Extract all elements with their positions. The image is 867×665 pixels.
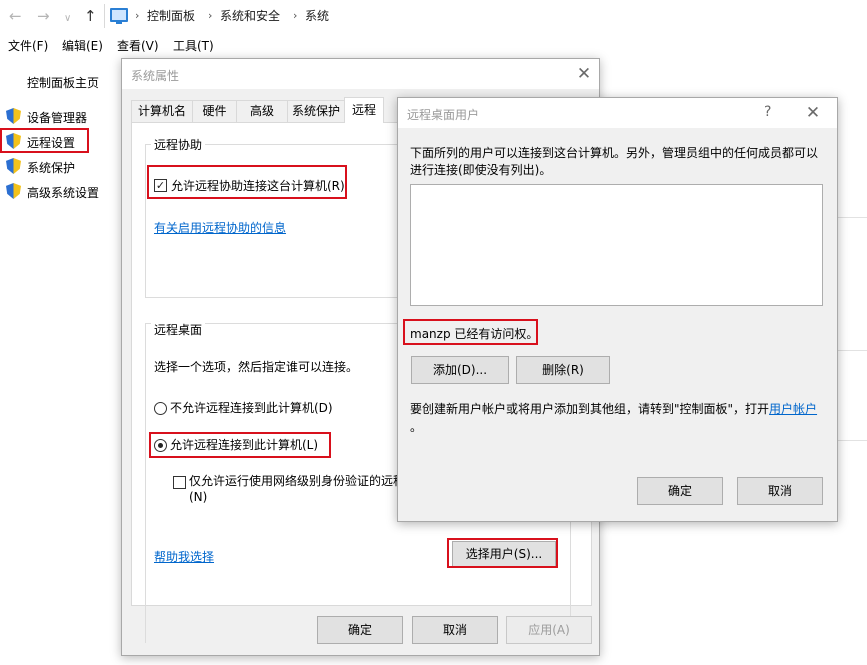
up-arrow-icon[interactable]: ↑ bbox=[84, 7, 97, 25]
left-link-label: 远程设置 bbox=[27, 136, 76, 150]
tab-advanced[interactable]: 高级 bbox=[236, 100, 288, 122]
nla-only-label[interactable]: 仅允许运行使用网络级别身份验证的远程 bbox=[189, 474, 405, 488]
left-link-label: 设备管理器 bbox=[27, 111, 88, 125]
left-pane: 控制面板主页 设备管理器 远程设置 系统保护 高级系统设置 bbox=[0, 58, 122, 665]
cancel-button[interactable]: 取消 bbox=[412, 616, 498, 644]
menu-bar: 文件(F) 编辑(E) 查看(V) 工具(T) bbox=[0, 34, 867, 56]
left-link-system-protection[interactable]: 系统保护 bbox=[3, 156, 118, 176]
help-icon[interactable]: ? bbox=[764, 104, 771, 120]
left-link-label: 系统保护 bbox=[27, 161, 76, 175]
remote-desktop-users-titlebar[interactable]: 远程桌面用户 ? ✕ bbox=[398, 98, 837, 128]
left-link-advanced-settings[interactable]: 高级系统设置 bbox=[3, 181, 118, 201]
ok-button[interactable]: 确定 bbox=[317, 616, 403, 644]
create-user-note-text: 要创建新用户帐户或将用户添加到其他组，请转到"控制面板"，打开 bbox=[410, 402, 770, 416]
breadcrumb-separator: › bbox=[208, 9, 213, 22]
breadcrumb-control-panel[interactable]: 控制面板 bbox=[147, 9, 195, 23]
dialog-title: 系统属性 bbox=[131, 69, 180, 83]
address-bar: ← → ∨ ↑ › 控制面板 › 系统和安全 › 系统 bbox=[0, 0, 867, 33]
nla-only-checkbox[interactable] bbox=[173, 476, 186, 489]
background-divider bbox=[836, 217, 867, 218]
deny-remote-label[interactable]: 不允许远程连接到此计算机(D) bbox=[170, 401, 333, 415]
apply-button[interactable]: 应用(A) bbox=[506, 616, 592, 644]
control-panel-home-link[interactable]: 控制面板主页 bbox=[27, 74, 99, 91]
cancel-button[interactable]: 取消 bbox=[737, 477, 823, 505]
breadcrumb-system-security[interactable]: 系统和安全 bbox=[220, 9, 280, 23]
remote-assistance-info-link[interactable]: 有关启用远程协助的信息 bbox=[154, 221, 286, 235]
tab-remote[interactable]: 远程 bbox=[344, 97, 384, 123]
system-properties-titlebar[interactable]: 系统属性 ✕ bbox=[122, 59, 599, 89]
dialog-title: 远程桌面用户 bbox=[407, 108, 480, 122]
remote-assistance-group-title: 远程协助 bbox=[151, 136, 206, 153]
allow-remote-label[interactable]: 允许远程连接到此计算机(L) bbox=[170, 438, 318, 452]
add-user-button[interactable]: 添加(D)... bbox=[411, 356, 509, 384]
control-panel-icon bbox=[110, 8, 128, 24]
remove-user-button[interactable]: 删除(R) bbox=[516, 356, 610, 384]
recent-locations-chevron-icon[interactable]: ∨ bbox=[64, 10, 71, 28]
menu-view[interactable]: 查看(V) bbox=[117, 39, 159, 53]
remote-desktop-group-title: 远程桌面 bbox=[151, 321, 206, 338]
menu-tools[interactable]: 工具(T) bbox=[173, 39, 214, 53]
remote-desktop-instruction: 选择一个选项，然后指定谁可以连接。 bbox=[154, 360, 359, 374]
background-divider bbox=[836, 350, 867, 351]
breadcrumb-separator: › bbox=[293, 9, 298, 22]
back-arrow-icon[interactable]: ← bbox=[9, 7, 22, 25]
nla-only-label-cont[interactable]: (N) bbox=[189, 490, 207, 504]
breadcrumb-separator: › bbox=[135, 9, 140, 22]
tab-computer-name[interactable]: 计算机名 bbox=[131, 100, 193, 122]
access-note: manzp 已经有访问权。 bbox=[410, 327, 539, 341]
close-icon[interactable]: ✕ bbox=[572, 62, 596, 86]
close-icon[interactable]: ✕ bbox=[801, 101, 825, 125]
create-user-note-end: 。 bbox=[410, 420, 423, 434]
allow-remote-assistance-checkbox[interactable]: ✓ bbox=[154, 179, 167, 192]
tab-hardware[interactable]: 硬件 bbox=[192, 100, 237, 122]
shield-icon bbox=[6, 183, 21, 199]
left-link-label: 高级系统设置 bbox=[27, 186, 100, 200]
left-link-remote-settings[interactable]: 远程设置 bbox=[3, 131, 118, 151]
shield-icon bbox=[6, 158, 21, 174]
menu-file[interactable]: 文件(F) bbox=[8, 39, 48, 53]
ok-button[interactable]: 确定 bbox=[637, 477, 723, 505]
select-users-button[interactable]: 选择用户(S)... bbox=[452, 541, 556, 567]
tab-system-protection[interactable]: 系统保护 bbox=[287, 100, 345, 122]
remote-desktop-users-dialog: 远程桌面用户 ? ✕ 下面所列的用户可以连接到这台计算机。另外，管理员组中的任何… bbox=[397, 97, 838, 522]
allow-remote-radio[interactable] bbox=[154, 439, 167, 452]
shield-icon bbox=[6, 133, 21, 149]
description-line-2: 进行连接(即使没有列出)。 bbox=[410, 163, 552, 177]
deny-remote-radio[interactable] bbox=[154, 402, 167, 415]
shield-icon bbox=[6, 108, 21, 124]
user-list[interactable] bbox=[410, 184, 823, 306]
left-link-device-manager[interactable]: 设备管理器 bbox=[3, 106, 118, 126]
description-line-1: 下面所列的用户可以连接到这台计算机。另外，管理员组中的任何成员都可以 bbox=[410, 146, 819, 160]
background-divider bbox=[836, 440, 867, 441]
forward-arrow-icon[interactable]: → bbox=[37, 7, 50, 25]
address-box[interactable]: › 控制面板 › 系统和安全 › 系统 bbox=[104, 4, 867, 28]
menu-edit[interactable]: 编辑(E) bbox=[62, 39, 103, 53]
user-accounts-link[interactable]: 用户帐户 bbox=[769, 402, 817, 416]
breadcrumb-system[interactable]: 系统 bbox=[305, 9, 329, 23]
help-me-choose-link[interactable]: 帮助我选择 bbox=[154, 550, 214, 564]
create-user-note: 要创建新用户帐户或将用户添加到其他组，请转到"控制面板"，打开用户帐户 bbox=[410, 402, 817, 416]
allow-remote-assistance-label[interactable]: 允许远程协助连接这台计算机(R) bbox=[171, 179, 345, 193]
